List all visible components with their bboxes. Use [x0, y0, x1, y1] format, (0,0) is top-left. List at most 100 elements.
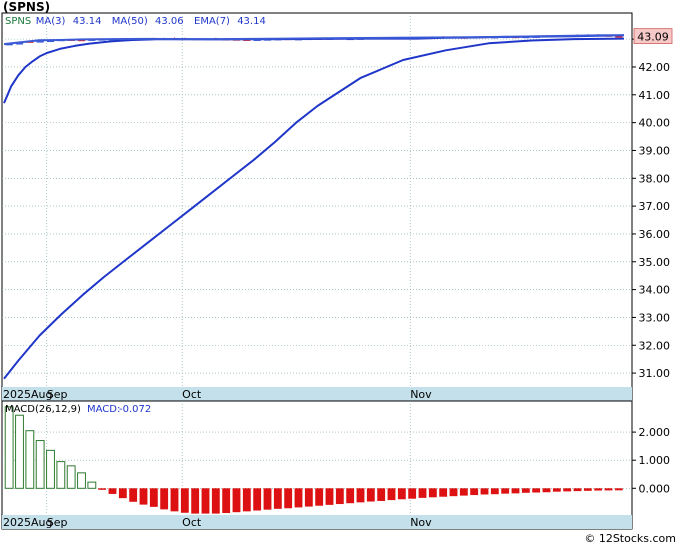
macd-y-tick-label: 0.000	[639, 482, 671, 495]
macd-bar-negative	[418, 488, 427, 498]
macd-bar-negative	[346, 488, 355, 504]
price-y-axis: 43.0042.0041.0040.0039.0038.0037.0036.00…	[632, 33, 670, 380]
macd-bar-negative	[170, 488, 179, 512]
price-y-tick-label: 36.00	[639, 228, 671, 241]
macd-legend-label: MACD(26,12,9)	[5, 404, 81, 415]
macd-bar-negative	[594, 488, 603, 491]
macd-bar-negative	[459, 488, 468, 496]
macd-bar-negative	[501, 488, 510, 494]
macd-bar-negative	[552, 488, 561, 492]
macd-bar-negative	[542, 488, 551, 493]
macd-x-tick-label: Nov	[410, 516, 432, 529]
price-y-tick-label: 38.00	[639, 172, 671, 185]
price-series-lines	[3, 34, 625, 380]
macd-x-tick-label: 2025Aug	[3, 516, 52, 529]
price-x-tick-label: Nov	[410, 388, 432, 401]
macd-bar-negative	[470, 488, 479, 496]
macd-bar-negative	[511, 488, 520, 494]
price-y-tick-label: 41.00	[639, 89, 671, 102]
macd-bar-negative	[480, 488, 489, 495]
macd-bar-positive	[4, 406, 14, 489]
price-y-tick-label: 39.00	[639, 144, 671, 157]
price-panel: 43.0042.0041.0040.0039.0038.0037.0036.00…	[1, 12, 673, 402]
macd-bar-negative	[563, 488, 572, 492]
macd-bar-negative	[356, 488, 365, 503]
macd-bar-positive	[56, 461, 66, 489]
macd-bar-negative	[129, 488, 138, 502]
macd-bar-negative	[232, 488, 241, 513]
macd-bar-negative	[211, 488, 220, 514]
stock-chart: 43.0042.0041.0040.0039.0038.0037.0036.00…	[1, 12, 673, 530]
macd-x-tick-label: Sep	[47, 516, 68, 529]
macd-bar-positive	[35, 440, 45, 489]
last-price-label: 43.09	[637, 31, 669, 44]
price-y-tick-label: 34.00	[639, 284, 671, 297]
macd-bar-negative	[408, 488, 417, 499]
macd-y-tick-label: 2.000	[639, 426, 671, 439]
macd-bar-negative	[387, 488, 396, 501]
price-legend-value: 43.14	[237, 16, 266, 27]
macd-bar-negative	[614, 488, 623, 491]
macd-bar-negative	[222, 488, 231, 514]
macd-bar-negative	[108, 488, 117, 494]
series-line-ma50	[3, 37, 625, 380]
macd-bar-negative	[149, 488, 158, 507]
macd-y-axis: 2.000 1.000 0.000	[632, 426, 670, 495]
price-y-tick-label: 35.00	[639, 256, 671, 269]
price-panel-frame	[1, 12, 633, 402]
macd-bar-negative	[335, 488, 344, 505]
macd-bar-negative	[532, 488, 541, 493]
price-x-tick-label: Sep	[47, 388, 68, 401]
macd-bar-positive	[46, 449, 55, 489]
macd-bar-positive	[87, 481, 97, 489]
macd-bar-negative	[273, 488, 282, 509]
macd-bar-negative	[118, 488, 127, 499]
macd-bar-negative	[139, 488, 148, 505]
price-y-tick-label: 42.00	[639, 61, 671, 74]
macd-bar-negative	[428, 488, 437, 498]
macd-bar-negative	[583, 488, 592, 491]
series-line-ema7	[3, 34, 625, 104]
macd-bar-negative	[325, 488, 334, 505]
macd-legend-value: -0.072	[119, 404, 151, 415]
macd-y-tick-label: 1.000	[639, 454, 671, 467]
price-legend-label: MA(50)	[112, 16, 148, 27]
macd-panel-frame	[1, 400, 633, 530]
macd-bar-negative	[98, 488, 107, 490]
macd-bar-negative	[490, 488, 499, 495]
price-legend-label: MA(3)	[36, 16, 66, 27]
price-legend: SPNS MA(3) 43.14 MA(50) 43.06 EMA(7) 43.14	[5, 16, 266, 27]
macd-bar-negative	[294, 488, 303, 508]
macd-bar-negative	[377, 488, 386, 501]
macd-bar-negative	[439, 488, 448, 497]
macd-bar-positive	[15, 414, 24, 489]
macd-bar-negative	[573, 488, 582, 492]
macd-bar-negative	[366, 488, 375, 502]
macd-x-tick-label: Oct	[182, 516, 202, 529]
macd-bar-negative	[191, 488, 200, 514]
macd-bar-negative	[201, 488, 210, 514]
macd-bar-negative	[604, 488, 613, 491]
price-date-axis	[2, 387, 632, 401]
price-y-tick-label: 37.00	[639, 200, 671, 213]
macd-bar-negative	[180, 488, 189, 513]
macd-bar-negative	[315, 488, 324, 506]
macd-bar-negative	[521, 488, 530, 493]
macd-bar-negative	[253, 488, 262, 511]
last-price-tag: 43.09	[633, 28, 673, 45]
macd-bar-negative	[397, 488, 406, 500]
macd-bar-negative	[263, 488, 272, 510]
price-y-tick-label: 32.00	[639, 339, 671, 352]
macd-legend-label: MACD:	[87, 404, 120, 415]
footer-credit: © 12Stocks.com	[584, 532, 676, 545]
price-x-tick-label: Oct	[182, 388, 202, 401]
price-legend-label: EMA(7)	[194, 16, 230, 27]
price-y-tick-label: 33.00	[639, 311, 671, 324]
price-x-tick-label: 2025Aug	[3, 388, 52, 401]
macd-bar-negative	[160, 488, 169, 510]
macd-bar-negative	[242, 488, 251, 512]
price-legend-value: 43.06	[155, 16, 184, 27]
price-y-tick-label: 31.00	[639, 367, 671, 380]
macd-date-axis	[2, 515, 632, 529]
macd-panel: 2.000 1.000 0.000 2025AugSep Oct Nov MACD(26…	[1, 400, 670, 530]
